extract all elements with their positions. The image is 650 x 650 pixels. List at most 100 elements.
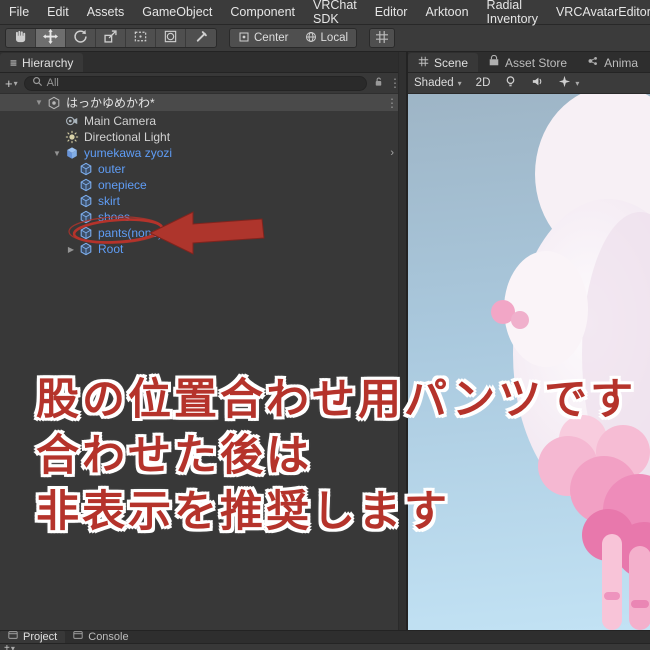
- prefab-child-cube-icon: [78, 242, 94, 256]
- tab-asset-store[interactable]: Asset Store: [478, 53, 577, 72]
- unity-scene-icon: [46, 96, 62, 110]
- rect-tool-button[interactable]: [126, 29, 156, 47]
- tree-item-main-camera[interactable]: Main Camera: [0, 113, 406, 129]
- hierarchy-panel-controls: ⋮: [373, 76, 401, 90]
- hierarchy-tabstrip: ≡ Hierarchy: [0, 52, 406, 73]
- tools-hammer-icon: [194, 29, 209, 47]
- rect-tool-icon: [133, 29, 148, 47]
- rotate-tool-button[interactable]: [66, 29, 96, 47]
- scene-tabstrip: Scene Asset Store Anima: [408, 52, 650, 73]
- menu-edit[interactable]: Edit: [38, 0, 78, 24]
- create-object-button[interactable]: + ▾: [5, 76, 18, 91]
- menu-assets[interactable]: Assets: [78, 0, 134, 24]
- tab-project[interactable]: Project: [0, 631, 66, 643]
- hierarchy-panel: ≡ Hierarchy + ▾ All ⋮ ▼ はっかゆめかわ* ⋮ Main …: [0, 52, 408, 630]
- project-tab-icon: [8, 631, 18, 643]
- pivot-center-label: Center: [254, 32, 289, 44]
- hierarchy-search-input[interactable]: All: [23, 75, 367, 91]
- scale-icon: [103, 29, 118, 47]
- collapse-triangle-icon[interactable]: ▼: [32, 98, 46, 107]
- menu-vrcavatareditor[interactable]: VRCAvatarEditor: [547, 0, 650, 24]
- move-tool-button[interactable]: [36, 29, 66, 47]
- rotation-local-button[interactable]: Local: [297, 29, 356, 47]
- menu-file[interactable]: File: [0, 0, 38, 24]
- tab-hierarchy[interactable]: ≡ Hierarchy: [0, 53, 84, 72]
- hierarchy-search-row: + ▾ All ⋮: [0, 73, 406, 94]
- hierarchy-tree: Main Camera Directional Light ▼ yumekawa…: [0, 111, 406, 630]
- menu-vrchat-sdk[interactable]: VRChat SDK: [304, 0, 366, 26]
- tree-item-pants-none[interactable]: pants(none): [0, 225, 406, 241]
- scene-header-row[interactable]: ▼ はっかゆめかわ* ⋮: [0, 94, 406, 111]
- prefab-child-cube-icon: [78, 194, 94, 208]
- prefab-child-cube-icon: [78, 226, 94, 240]
- tree-item-outer[interactable]: outer: [0, 161, 406, 177]
- toggle-2d-button[interactable]: 2D: [476, 77, 491, 89]
- expand-triangle-icon[interactable]: ▼: [50, 149, 64, 158]
- scene-name: はっかゆめかわ*: [66, 96, 155, 110]
- menu-editor[interactable]: Editor: [366, 0, 417, 24]
- pivot-rotation-group: Center Local: [229, 28, 358, 48]
- menu-gameobject[interactable]: GameObject: [133, 0, 221, 24]
- scene-grid-icon: [418, 56, 429, 70]
- shading-mode-dropdown[interactable]: Shaded ▾: [414, 77, 462, 89]
- prefab-child-cube-icon: [78, 178, 94, 192]
- hierarchy-scrollbar[interactable]: [398, 52, 406, 630]
- editor-main-area: ≡ Hierarchy + ▾ All ⋮ ▼ はっかゆめかわ* ⋮ Main …: [0, 52, 650, 630]
- lock-icon[interactable]: [373, 76, 384, 90]
- collapsed-triangle-icon[interactable]: ▶: [64, 245, 78, 254]
- menu-arktoon[interactable]: Arktoon: [416, 0, 477, 24]
- hamburger-icon: ≡: [10, 55, 18, 70]
- asset-store-icon: [488, 54, 500, 70]
- scene-3d-viewport[interactable]: [408, 94, 650, 630]
- menu-component[interactable]: Component: [221, 0, 304, 24]
- main-toolbar: Center Local: [0, 25, 650, 52]
- prefab-child-cube-icon: [78, 210, 94, 224]
- globe-icon: [305, 31, 317, 46]
- search-placeholder: All: [46, 77, 59, 89]
- light-icon: [64, 130, 80, 144]
- transform-combined-tool-button[interactable]: [156, 29, 186, 47]
- tree-item-skirt[interactable]: skirt: [0, 193, 406, 209]
- camera-icon: [64, 114, 80, 128]
- caret-down-icon: ▾: [13, 78, 18, 88]
- tab-animation[interactable]: Anima: [577, 53, 648, 72]
- scene-view-toolbar: Shaded ▾ 2D ▾: [408, 73, 650, 94]
- plus-icon: +: [5, 75, 13, 91]
- effects-star-icon: [558, 75, 571, 91]
- tree-item-root[interactable]: ▶ Root: [0, 241, 406, 257]
- bottom-tabstrip: Project Console: [0, 631, 650, 644]
- transform-combined-icon: [163, 29, 178, 47]
- scene-effects-dropdown[interactable]: ▾: [558, 75, 579, 91]
- scene-audio-button[interactable]: [531, 75, 544, 91]
- caret-down-icon: ▾: [10, 644, 15, 650]
- scene-menu-icon[interactable]: ⋮: [386, 96, 398, 110]
- avatar-character: [491, 94, 650, 630]
- project-create-button[interactable]: + ▾: [4, 644, 15, 650]
- search-icon: [32, 76, 43, 90]
- scale-tool-button[interactable]: [96, 29, 126, 47]
- transform-tool-group: [5, 28, 217, 48]
- project-toolbar: + ▾: [0, 644, 650, 650]
- animation-tab-icon: [587, 55, 599, 70]
- caret-down-icon: ▾: [575, 78, 580, 88]
- tree-item-directional-light[interactable]: Directional Light: [0, 129, 406, 145]
- hierarchy-tab-label: Hierarchy: [22, 55, 74, 70]
- grid-snap-icon: [375, 30, 389, 47]
- custom-editor-tool-button[interactable]: [186, 29, 216, 47]
- prefab-child-cube-icon: [78, 162, 94, 176]
- prefab-open-chevron-icon[interactable]: ›: [390, 147, 394, 159]
- tree-item-yumekawa-zyozi[interactable]: ▼ yumekawa zyozi ›: [0, 145, 406, 161]
- menu-radial-inventory[interactable]: Radial Inventory: [478, 0, 547, 26]
- grid-snapping-button[interactable]: [369, 28, 396, 48]
- tree-item-onepiece[interactable]: onepiece: [0, 177, 406, 193]
- rotate-icon: [73, 29, 88, 47]
- tab-scene[interactable]: Scene: [408, 53, 479, 72]
- scene-lighting-button[interactable]: [504, 75, 517, 91]
- caret-down-icon: ▾: [457, 78, 462, 88]
- rotation-local-label: Local: [320, 32, 349, 44]
- pivot-center-button[interactable]: Center: [230, 29, 297, 47]
- hand-tool-button[interactable]: [6, 29, 36, 47]
- menu-bar: File Edit Assets GameObject Component VR…: [0, 0, 650, 26]
- tree-item-shoes[interactable]: shoes: [0, 209, 406, 225]
- tab-console[interactable]: Console: [65, 631, 136, 643]
